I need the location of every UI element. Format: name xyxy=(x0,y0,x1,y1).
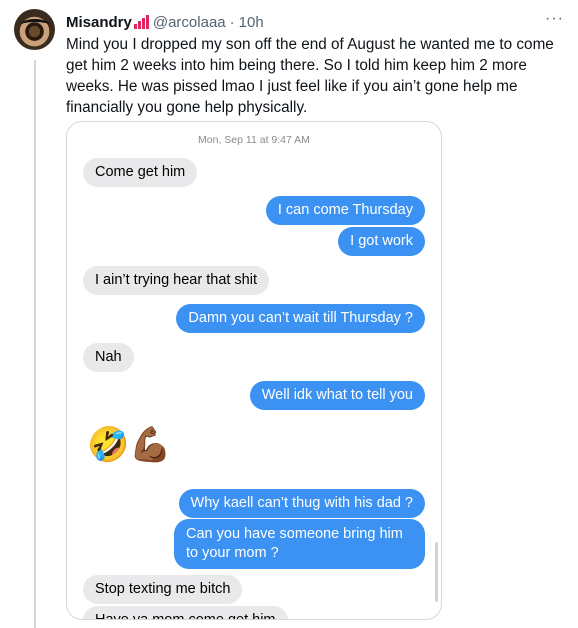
separator: · xyxy=(229,13,235,31)
message-bubble: Nah xyxy=(83,343,134,372)
message-bubble: Come get him xyxy=(83,158,198,187)
tweet-header: Misandry @arcolaaa · 10h xyxy=(66,12,264,32)
timestamp[interactable]: 10h xyxy=(239,14,264,31)
message-bubble: Why kaell can’t thug with his dad ? xyxy=(178,489,425,518)
chat-timestamp: Mon, Sep 11 at 9:47 AM xyxy=(198,134,310,146)
more-icon[interactable]: ··· xyxy=(545,10,564,28)
message-bubble: Can you have someone bring him to your m… xyxy=(174,519,425,569)
image-attachment[interactable]: Mon, Sep 11 at 9:47 AM Come get him I ca… xyxy=(66,121,442,620)
display-name[interactable]: Misandry xyxy=(66,14,132,31)
scrollbar xyxy=(435,542,438,602)
avatar[interactable] xyxy=(14,9,55,50)
message-bubble: Have ya mom come get him xyxy=(83,606,288,619)
emoji-message: 🤣💪🏾 xyxy=(87,426,172,464)
message-bubble: Well idk what to tell you xyxy=(249,381,425,410)
handle[interactable]: @arcolaaa xyxy=(153,14,226,31)
message-bubble: I got work xyxy=(338,227,425,256)
message-bubble: I can come Thursday xyxy=(265,196,425,225)
message-bubble: Stop texting me bitch xyxy=(83,575,243,604)
message-bubble: I ain’t trying hear that shit xyxy=(83,266,269,295)
message-bubble: Damn you can’t wait till Thursday ? xyxy=(176,304,425,333)
thread-line xyxy=(34,60,36,628)
tweet-text: Mind you I dropped my son off the end of… xyxy=(66,36,554,116)
chart-emoji-icon xyxy=(133,15,149,29)
